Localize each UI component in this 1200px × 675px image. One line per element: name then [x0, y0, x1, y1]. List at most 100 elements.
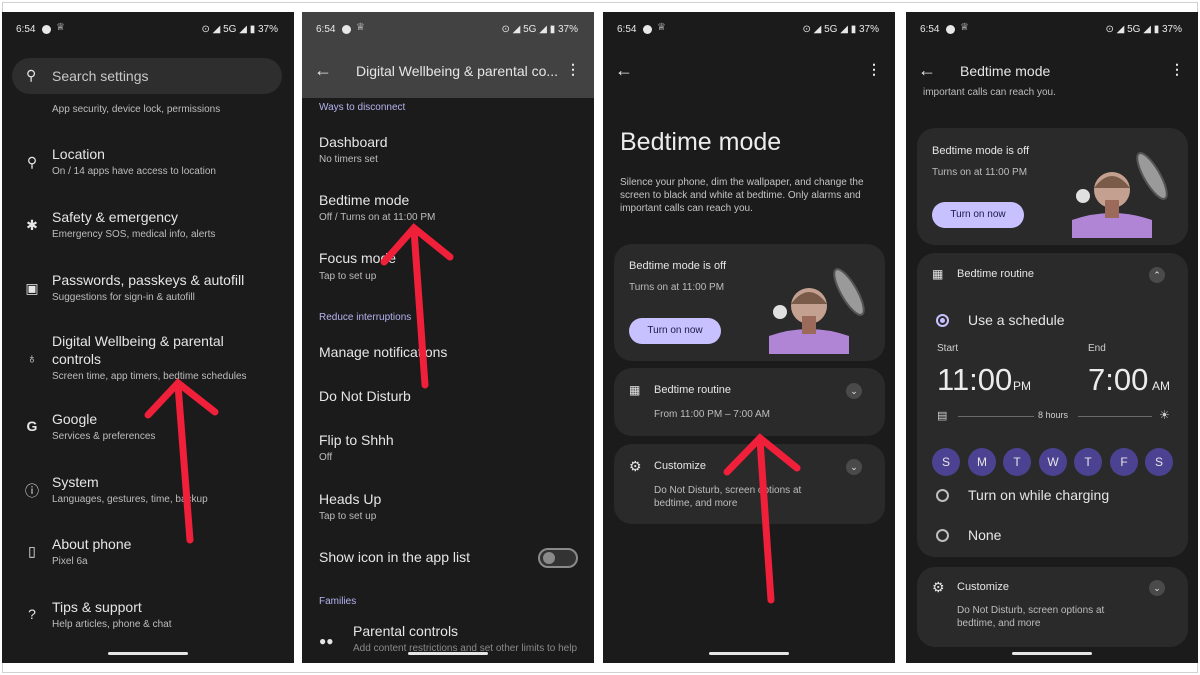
day-chip[interactable]: S [932, 448, 960, 476]
card-title: Customize [654, 460, 706, 472]
chevron-up-icon[interactable]: ⌃ [1149, 267, 1165, 283]
info-icon: ⓘ [25, 483, 39, 499]
calendar-icon: ▦ [629, 383, 641, 397]
card-title: Customize [957, 581, 1009, 593]
start-time: 11:00 [937, 362, 1013, 397]
notification-dot-icon [643, 25, 652, 34]
card-subtitle: Turns on at 11:00 PM [629, 282, 725, 293]
wellbeing-icon: ♁ [26, 350, 38, 366]
end-ampm: AM [1152, 379, 1170, 393]
phone-icon: ▯ [28, 543, 36, 559]
status-time: 6:54 [617, 24, 637, 35]
back-arrow-icon[interactable]: ← [615, 60, 633, 81]
settings-item-title: Safety & emergency [52, 209, 179, 225]
settings-item-title-line1: Digital Wellbeing & parental [52, 333, 224, 349]
day-chip[interactable]: W [1039, 448, 1067, 476]
day-chip[interactable]: F [1110, 448, 1138, 476]
bedtime-routine-card[interactable]: ▦ Bedtime routine From 11:00 PM – 7:00 A… [614, 368, 885, 436]
card-title: Bedtime mode is off [629, 260, 727, 272]
day-chip[interactable]: S [1145, 448, 1173, 476]
item-title: Flip to Shhh [319, 432, 394, 448]
status-indicators: ⊙ ◢ 5G ◢ ▮ 37% [501, 24, 578, 35]
status-time: 6:54 [920, 24, 940, 35]
back-arrow-icon[interactable]: ← [918, 60, 936, 81]
item-title: Parental controls [353, 623, 459, 639]
duration-line-right [1078, 416, 1152, 417]
day-chip[interactable]: T [1074, 448, 1102, 476]
app-bar: ← ⋮ [603, 46, 895, 98]
help-icon: ? [28, 606, 36, 622]
option-label: Turn on while charging [968, 487, 1110, 503]
more-vert-icon[interactable]: ⋮ [1170, 61, 1184, 78]
settings-item-subtitle: Suggestions for sign-in & autofill [52, 292, 195, 303]
chevron-down-icon[interactable]: ⌄ [846, 383, 862, 399]
show-icon-toggle[interactable] [538, 548, 578, 568]
option-label: None [968, 527, 1002, 543]
page-title: Digital Wellbeing & parental co... [356, 63, 559, 79]
option-label: Use a schedule [968, 312, 1065, 328]
settings-item-title: Google [52, 411, 98, 427]
more-vert-icon[interactable]: ⋮ [867, 61, 881, 78]
clipped-security-subtitle: App security, device lock, permissions [52, 104, 221, 115]
settings-screen: 6:54 ♕ ⊙ ◢ 5G ◢ ▮ 37% ⚲ Search settings … [2, 12, 294, 663]
none-radio[interactable] [936, 529, 949, 542]
back-arrow-icon[interactable]: ← [314, 60, 332, 81]
gesture-nav-bar[interactable] [1012, 652, 1092, 655]
google-icon: G [26, 418, 38, 434]
item-title: Manage notifications [319, 344, 448, 360]
password-card-icon: ▣ [25, 280, 39, 296]
chevron-down-icon[interactable]: ⌄ [1149, 580, 1165, 596]
notification-dot-icon [42, 25, 51, 34]
page-description: Silence your phone, dim the wallpaper, a… [620, 177, 864, 214]
gesture-nav-bar[interactable] [709, 652, 789, 655]
item-title: Show icon in the app list [319, 549, 470, 565]
clipped-description: important calls can reach you. [923, 87, 1056, 98]
page-title: Bedtime mode [960, 63, 1051, 79]
toggle-knob [543, 552, 555, 564]
bed-icon: ▤ [937, 410, 948, 422]
card-subtitle: From 11:00 PM – 7:00 AM [654, 409, 770, 420]
item-title: Focus mode [319, 250, 397, 266]
asterisk-icon: ✱ [26, 217, 38, 233]
settings-item-title: Tips & support [52, 599, 142, 615]
day-chip[interactable]: M [968, 448, 996, 476]
day-chip[interactable]: T [1003, 448, 1031, 476]
card-subtitle-line2: bedtime, and more [957, 618, 1041, 629]
calendar-icon: ▦ [932, 267, 944, 281]
item-subtitle: Tap to set up [319, 271, 377, 282]
settings-item-subtitle: Pixel 6a [52, 556, 88, 567]
settings-item-title: Passwords, passkeys & autofill [52, 272, 245, 288]
location-pin-icon: ⚲ [26, 154, 38, 170]
customize-card[interactable]: ⚙ Customize Do Not Disturb, screen optio… [917, 567, 1188, 647]
status-indicators: ⊙ ◢ 5G ◢ ▮ 37% [201, 24, 278, 35]
customize-card[interactable]: ⚙ Customize Do Not Disturb, screen optio… [614, 444, 885, 524]
status-time: 6:54 [16, 24, 36, 35]
status-bar: 6:54 ♕ ⊙ ◢ 5G ◢ ▮ 37% [2, 12, 294, 46]
item-title: Dashboard [319, 134, 388, 150]
status-bar: 6:54 ♕ ⊙ ◢ 5G ◢ ▮ 37% [302, 12, 594, 46]
settings-item-title: System [52, 474, 99, 490]
settings-item-subtitle: Services & preferences [52, 431, 156, 442]
crown-icon: ♕ [960, 22, 969, 33]
start-ampm: PM [1013, 379, 1031, 393]
status-indicators: ⊙ ◢ 5G ◢ ▮ 37% [1105, 24, 1182, 35]
digital-wellbeing-screen: 6:54 ♕ ⊙ ◢ 5G ◢ ▮ 37% ← Digital Wellbein… [302, 12, 594, 663]
turn-on-now-button[interactable]: Turn on now [932, 202, 1024, 228]
settings-item-subtitle: Emergency SOS, medical info, alerts [52, 229, 216, 240]
parental-controls-icon: ●● [319, 634, 334, 648]
bedtime-mode-screen: 6:54 ♕ ⊙ ◢ 5G ◢ ▮ 37% ← ⋮ Bedtime mode S… [603, 12, 895, 663]
gesture-nav-bar[interactable] [108, 652, 188, 655]
gesture-nav-bar[interactable] [408, 652, 488, 655]
sun-icon: ☀ [1159, 408, 1170, 422]
bedtime-routine-card: ▦ Bedtime routine ⌃ [917, 253, 1188, 557]
card-title: Bedtime routine [654, 384, 732, 396]
more-vert-icon[interactable]: ⋮ [566, 61, 580, 78]
chevron-down-icon[interactable]: ⌄ [846, 459, 862, 475]
charging-radio[interactable] [936, 489, 949, 502]
use-schedule-radio[interactable] [936, 314, 949, 327]
status-indicators: ⊙ ◢ 5G ◢ ▮ 37% [802, 24, 879, 35]
turn-on-now-button[interactable]: Turn on now [629, 318, 721, 344]
settings-item-subtitle: Help articles, phone & chat [52, 619, 172, 630]
start-label: Start [937, 343, 959, 354]
search-settings-bar[interactable]: ⚲ Search settings [12, 58, 282, 94]
